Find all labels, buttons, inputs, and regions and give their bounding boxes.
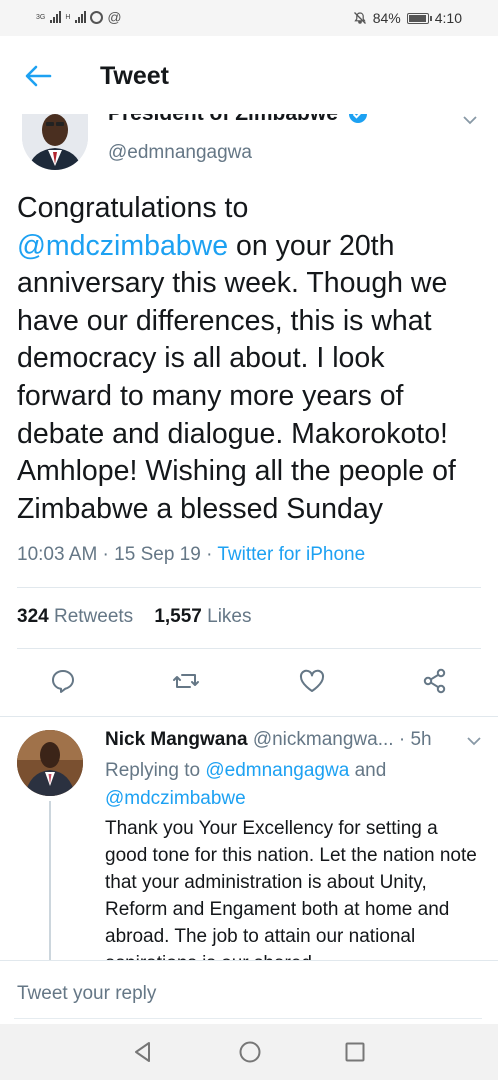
- reply-author-name[interactable]: Nick Mangwana: [105, 729, 248, 750]
- author-name-text: President of Zimbabwe: [108, 114, 338, 125]
- status-right: 84% 4:10: [353, 10, 462, 26]
- reply-input[interactable]: Tweet your reply: [17, 983, 156, 1005]
- mention-link[interactable]: @mdczimbabwe: [17, 230, 228, 262]
- share-icon: [423, 668, 446, 694]
- replying-mention-1[interactable]: @edmnangagwa: [205, 760, 349, 781]
- reply-button[interactable]: [47, 664, 79, 698]
- tweet-timestamp: 10:03 AM · 15 Sep 19 ·: [17, 544, 218, 565]
- network-type-2: H: [65, 13, 71, 21]
- mute-icon: [353, 12, 366, 24]
- likes-label: Likes: [207, 606, 252, 627]
- back-triangle-icon[interactable]: [131, 1040, 155, 1064]
- home-circle-icon[interactable]: [238, 1040, 262, 1064]
- tweet-source-link[interactable]: Twitter for iPhone: [217, 544, 365, 565]
- app-bar: Tweet: [0, 36, 498, 114]
- tweet-actions: [0, 664, 498, 702]
- system-nav-bar: [0, 1024, 498, 1080]
- at-icon: @: [107, 9, 122, 25]
- replying-and: and: [354, 760, 387, 781]
- avatar[interactable]: [22, 114, 88, 170]
- retweets-count: 324: [17, 606, 49, 627]
- verified-badge-icon: [348, 114, 367, 124]
- chevron-down-icon[interactable]: [462, 114, 478, 126]
- page-title: Tweet: [100, 62, 169, 90]
- tweet-text-part2: on your 20th anniversary this week. Thou…: [17, 229, 456, 525]
- status-left: 3G H @: [36, 9, 122, 25]
- reply-avatar-portrait: [17, 730, 83, 796]
- author-name[interactable]: President of Zimbabwe: [108, 114, 368, 126]
- like-icon: [299, 669, 325, 692]
- reply-author-handle[interactable]: @nickmangwa...: [253, 729, 394, 750]
- reply-tweet[interactable]: Nick Mangwana @nickmangwa... · 5h Replyi…: [0, 717, 498, 960]
- tweet-stats: 324 Retweets 1,557 Likes: [17, 606, 252, 628]
- divider: [17, 648, 481, 649]
- share-button[interactable]: [419, 664, 451, 698]
- battery-icon: [406, 12, 432, 24]
- likes-stat[interactable]: 1,557 Likes: [154, 606, 251, 627]
- reply-composer[interactable]: Tweet your reply: [0, 960, 498, 1024]
- arrow-left-icon[interactable]: [22, 60, 54, 92]
- like-button[interactable]: [296, 664, 328, 698]
- sync-icon: [90, 10, 104, 24]
- retweets-stat[interactable]: 324 Retweets: [17, 606, 133, 627]
- retweet-button[interactable]: [170, 664, 202, 698]
- likes-count: 1,557: [154, 606, 202, 627]
- retweets-label: Retweets: [53, 606, 134, 627]
- battery-percent: 84%: [372, 10, 401, 26]
- reply-time: · 5h: [398, 729, 432, 750]
- signal-icon-2: [75, 11, 87, 23]
- network-type-1: 3G: [36, 13, 46, 21]
- signal-icon: [50, 11, 62, 23]
- reply-icon: [52, 670, 74, 693]
- reply-text: Thank you Your Excellency for setting a …: [105, 818, 477, 960]
- avatar-portrait: [22, 114, 88, 170]
- recents-square-icon[interactable]: [343, 1040, 367, 1064]
- tweet-meta: 10:03 AM · 15 Sep 19 · Twitter for iPhon…: [17, 544, 365, 566]
- tweet-text: Congratulations to @mdczimbabwe on your …: [17, 190, 487, 528]
- divider: [17, 587, 481, 588]
- chevron-down-icon[interactable]: [466, 735, 482, 747]
- replying-mention-2[interactable]: @mdczimbabwe: [105, 788, 246, 809]
- thread-line: [49, 801, 51, 960]
- tweet-text-part1: Congratulations to: [17, 192, 249, 224]
- reply-header: Nick Mangwana @nickmangwa... · 5h: [105, 729, 432, 751]
- status-bar: 3G H @ 84% 4:10: [0, 0, 498, 36]
- reply-avatar[interactable]: [17, 730, 83, 796]
- clock: 4:10: [434, 10, 462, 26]
- reply-input-underline: [14, 1018, 482, 1019]
- retweet-icon: [173, 674, 199, 688]
- replying-to: Replying to @edmnangagwa and @mdczimbabw…: [105, 757, 475, 813]
- battery-level: [408, 14, 426, 22]
- author-handle[interactable]: @edmnangagwa: [108, 142, 252, 164]
- replying-prefix: Replying to: [105, 760, 201, 781]
- tweet-author: President of Zimbabwe @edmnangagwa: [0, 114, 498, 178]
